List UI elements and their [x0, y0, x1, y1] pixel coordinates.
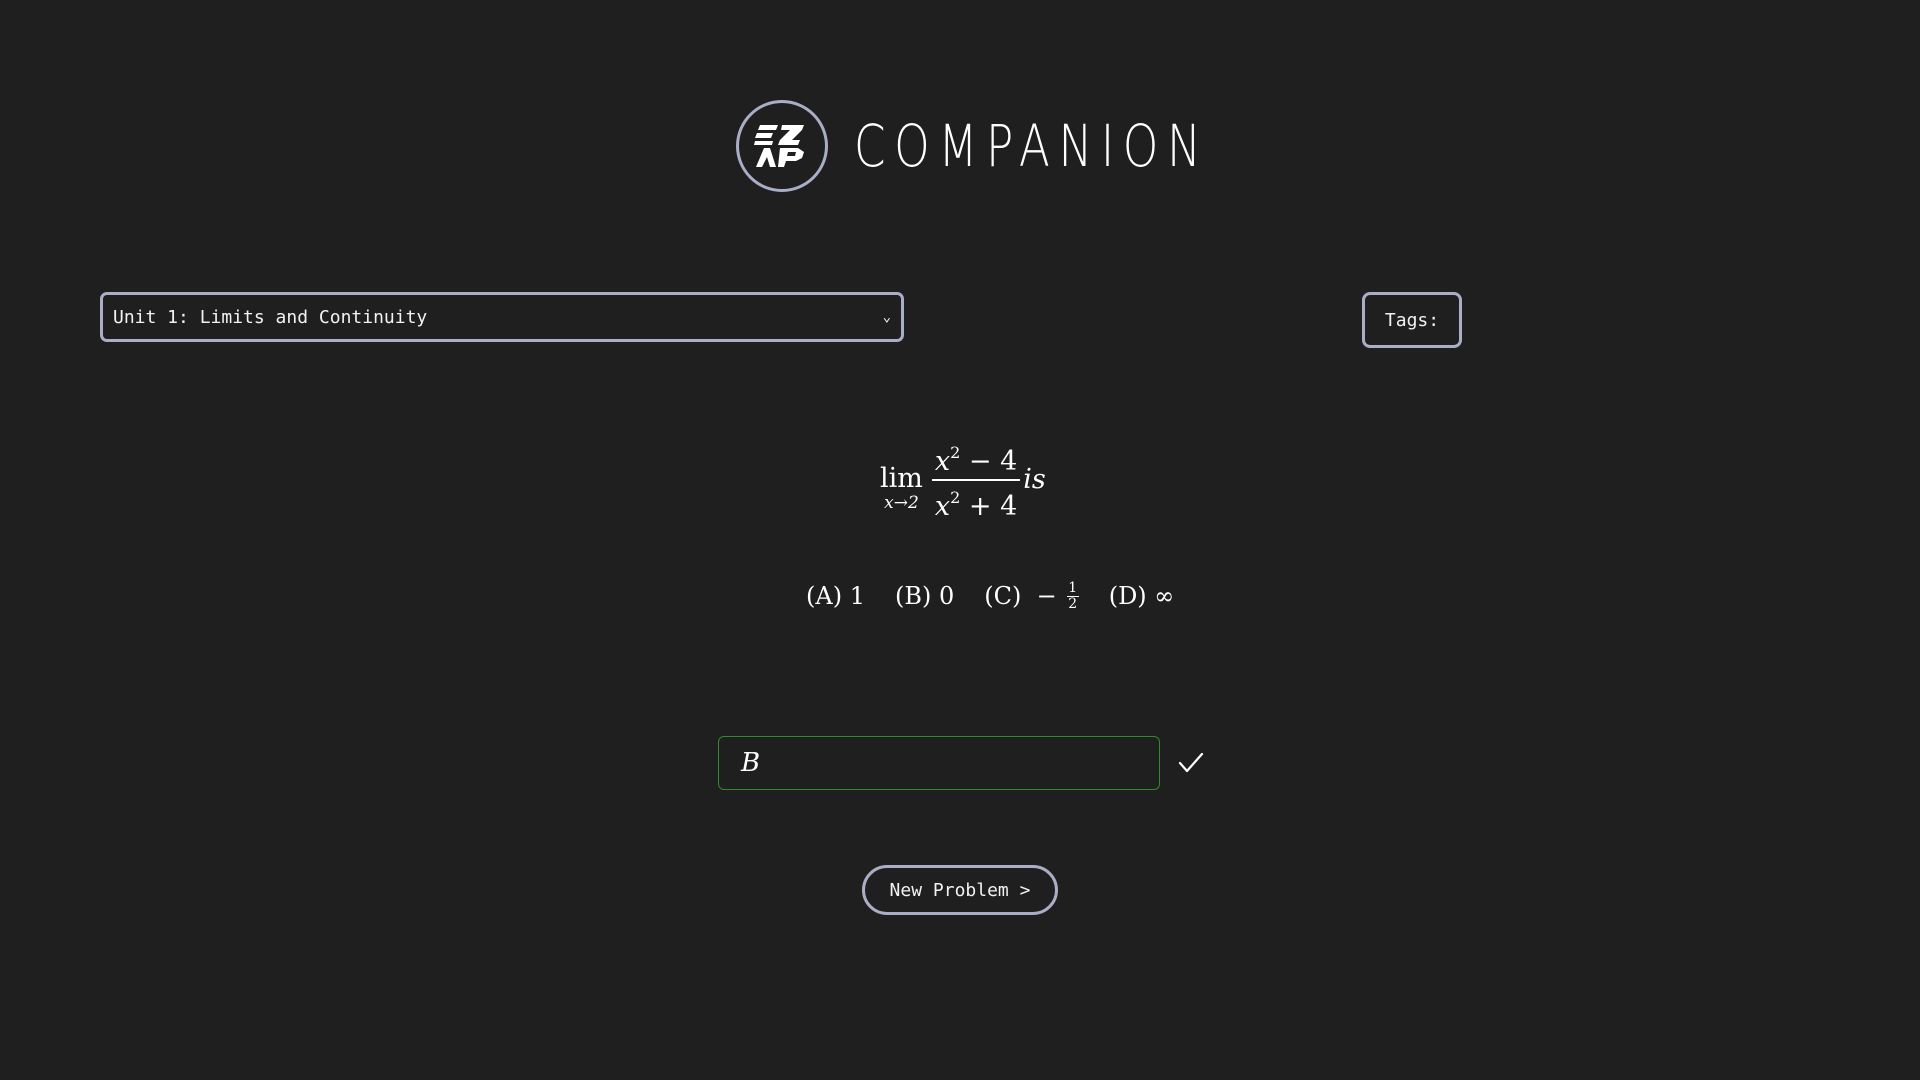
answer-input[interactable]: B [718, 736, 1160, 790]
header: COMPANION [736, 100, 1310, 192]
unit-select[interactable]: Unit 1: Limits and Continuity ⌄ [100, 292, 904, 342]
numerator-var: x [934, 446, 951, 478]
limit-operator: lim x→2 [880, 463, 923, 514]
denominator-var: x [934, 490, 951, 522]
denominator: x2 + 4 [932, 481, 1020, 524]
new-problem-label: New Problem > [889, 879, 1031, 901]
question-trailing-text: is [1023, 463, 1046, 495]
tags-label: Tags: [1384, 309, 1440, 331]
lim-subscript: x→2 [884, 493, 919, 513]
numerator-exponent: 2 [950, 443, 961, 463]
choice-c-numerator: 1 [1068, 579, 1078, 596]
answer-input-value: B [741, 748, 761, 778]
choice-c-denominator: 2 [1068, 595, 1078, 612]
ezap-logo-mark-icon [754, 125, 804, 167]
tags-button[interactable]: Tags: [1362, 292, 1462, 348]
choice-b-text: (B) 0 [894, 582, 955, 610]
numerator-rest: − 4 [960, 446, 1018, 478]
choice-c-fraction: 1 2 [1066, 579, 1079, 612]
app-title: COMPANION [854, 112, 1210, 180]
choice-c: (C) − 1 2 [984, 579, 1079, 612]
numerator: x2 − 4 [932, 436, 1020, 479]
ezap-logo [736, 100, 828, 192]
choice-d: (D) ∞ [1109, 582, 1175, 610]
choice-d-text: (D) ∞ [1108, 582, 1175, 610]
chevron-down-icon: ⌄ [882, 309, 891, 325]
answer-choices: (A) 1 (B) 0 (C) − 1 2 (D) ∞ [806, 576, 1204, 616]
question-fraction: x2 − 4 x2 + 4 [931, 436, 1021, 524]
question-expression: lim x→2 x2 − 4 x2 + 4 is [880, 440, 1046, 522]
choice-a: (A) 1 [806, 582, 865, 610]
page: COMPANION Unit 1: Limits and Continuity … [0, 0, 1920, 1080]
checkmark-icon [1178, 752, 1204, 773]
choice-c-text: (C) − [984, 582, 1057, 610]
denominator-exponent: 2 [950, 487, 961, 507]
choice-a-text: (A) 1 [806, 582, 865, 610]
lim-text: lim [880, 463, 923, 494]
denominator-rest: + 4 [960, 490, 1018, 522]
unit-select-value: Unit 1: Limits and Continuity [113, 306, 428, 328]
choice-b: (B) 0 [895, 582, 954, 610]
new-problem-button[interactable]: New Problem > [862, 865, 1058, 915]
